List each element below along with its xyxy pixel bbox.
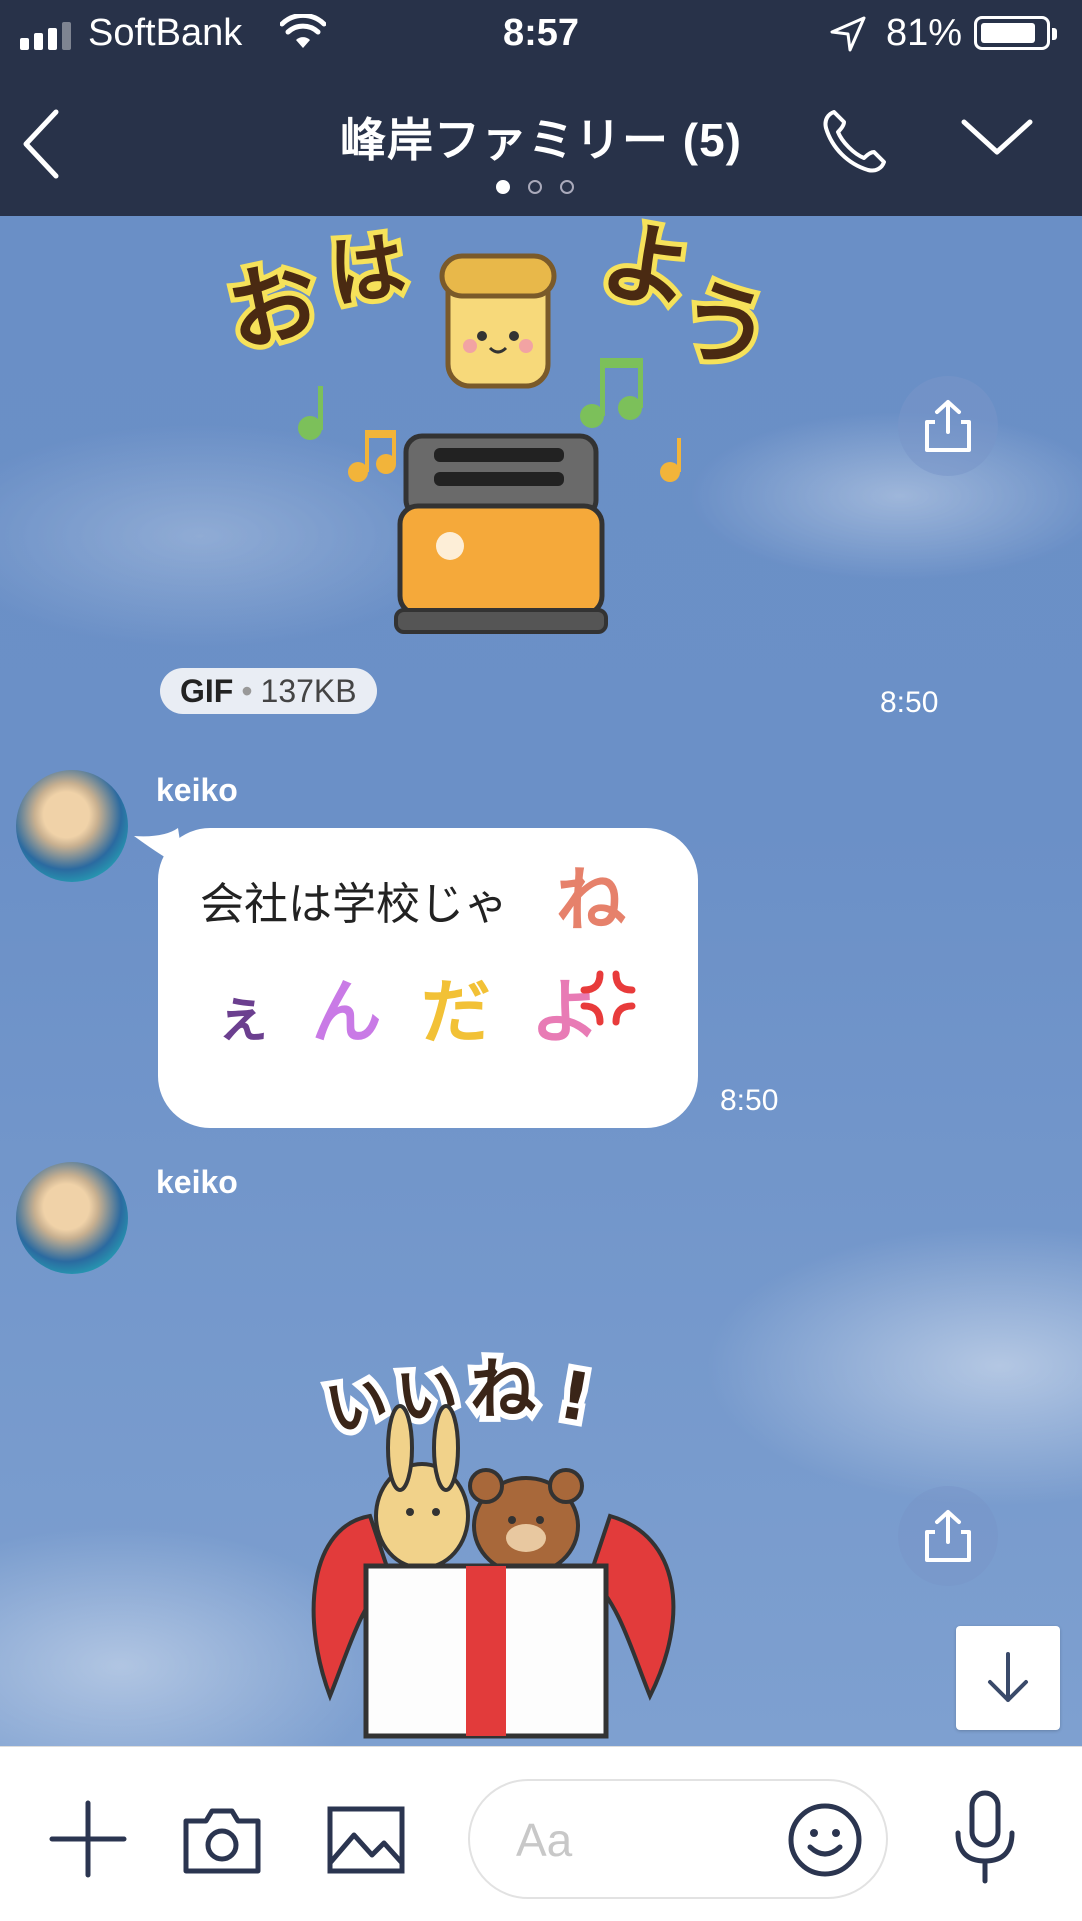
voice-button[interactable]: [950, 1789, 1020, 1890]
emoji-text-line: ぇ ん だ よ: [214, 956, 610, 1057]
share-button[interactable]: [898, 1486, 998, 1586]
message-input[interactable]: Aa: [468, 1779, 888, 1899]
camera-icon: [183, 1808, 261, 1874]
gif-label: GIF: [180, 672, 234, 709]
call-button[interactable]: [820, 106, 890, 181]
chat-header: 峰岸ファミリー (5): [0, 68, 1082, 216]
share-icon: [925, 1510, 971, 1562]
emoji-char: ん: [311, 973, 392, 1051]
menu-toggle-button[interactable]: [960, 116, 1034, 163]
gif-size: 137KB: [260, 672, 357, 709]
battery-icon: [974, 16, 1057, 50]
sender-name: keiko: [156, 1164, 238, 1200]
emoji-char: ね: [556, 861, 626, 939]
message-bubble[interactable]: 会社は学校じゃ ね ぇ ん だ よ: [134, 828, 698, 1128]
bubble-tail: [134, 828, 184, 868]
message-composer: Aa: [0, 1746, 1082, 1921]
svg-text:い: い: [320, 1364, 394, 1447]
page-dot: [560, 180, 574, 194]
gif-sticker[interactable]: お は よ う: [213, 216, 785, 656]
add-button[interactable]: [48, 1799, 128, 1884]
chat-area[interactable]: お は よ う GIF • 137KB 8:50 keiko 会社は学校じゃ ね…: [0, 216, 1082, 1746]
battery-percent: 81%: [886, 12, 963, 54]
avatar[interactable]: [16, 1162, 128, 1274]
svg-text:は: は: [323, 220, 411, 319]
status-bar: SoftBank 8:57 81%: [0, 0, 1082, 68]
emoji-char: ぇ: [214, 984, 283, 1049]
location-icon: [828, 14, 868, 59]
input-placeholder: Aa: [516, 1814, 573, 1866]
gif-badge[interactable]: GIF • 137KB: [160, 668, 377, 714]
page-dot: [528, 180, 542, 194]
scroll-down-button[interactable]: [956, 1626, 1060, 1730]
microphone-icon: [955, 1790, 1015, 1884]
image-icon: [327, 1806, 405, 1874]
share-button[interactable]: [898, 376, 998, 476]
svg-text:ね: ね: [470, 1351, 536, 1428]
svg-text:お: お: [220, 246, 328, 367]
smiley-icon: [788, 1803, 862, 1877]
page-indicator: [496, 180, 574, 194]
arrow-down-icon: [988, 1652, 1028, 1702]
chat-title[interactable]: 峰岸ファミリー (5): [0, 104, 1082, 170]
share-icon: [925, 400, 971, 452]
camera-button[interactable]: [182, 1805, 262, 1880]
iine-sticker-image: い い ね !: [311, 1345, 676, 1739]
avatar[interactable]: [16, 770, 128, 882]
sticker[interactable]: い い ね !: [270, 1316, 710, 1746]
image-button[interactable]: [326, 1805, 406, 1880]
svg-text:!: !: [553, 1356, 596, 1437]
emoji-char: だ: [420, 973, 501, 1051]
message-time: 8:50: [720, 1084, 779, 1117]
plus-icon: [49, 1800, 127, 1878]
badge-separator: •: [241, 672, 253, 709]
toast-sticker-image: お は よ う: [213, 216, 785, 634]
sender-name: keiko: [156, 772, 238, 808]
message-time: 8:50: [880, 686, 939, 719]
page-dot: [496, 180, 510, 194]
message-text: 会社は学校じゃ: [200, 880, 508, 929]
emoji-button[interactable]: [786, 1801, 864, 1884]
anger-icon: [580, 970, 636, 1026]
